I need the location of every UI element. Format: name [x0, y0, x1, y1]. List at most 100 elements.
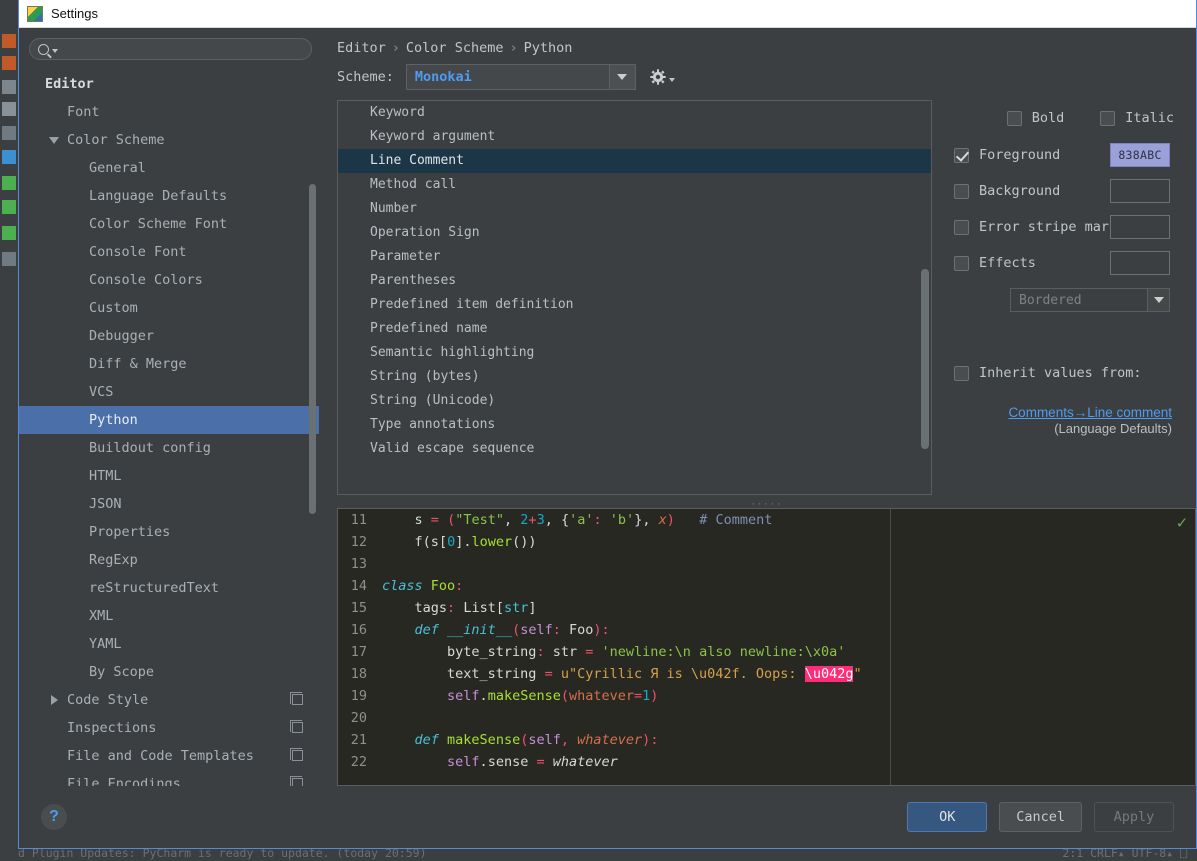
breadcrumb-item[interactable]: Color Scheme	[406, 40, 504, 56]
inherit-row[interactable]: Inherit values from:	[954, 358, 1196, 388]
sidebar-item-json[interactable]: JSON	[19, 490, 319, 518]
search-box[interactable]	[29, 38, 312, 60]
sidebar-item-xml[interactable]: XML	[19, 602, 319, 630]
foreground-checkbox[interactable]	[954, 147, 969, 163]
sidebar-item-inspections[interactable]: Inspections	[19, 714, 319, 742]
copy-settings-icon[interactable]	[290, 692, 303, 705]
sidebar-item-diff-merge[interactable]: Diff & Merge	[19, 350, 319, 378]
foreground-color-swatch[interactable]: 838ABC	[1110, 143, 1170, 167]
inherit-source-link[interactable]: Comments→Line comment	[1008, 405, 1172, 420]
inherit-checkbox[interactable]	[954, 365, 969, 381]
background-row[interactable]: Background	[954, 176, 1196, 206]
effects-checkbox[interactable]	[954, 255, 969, 271]
sidebar-item-regexp[interactable]: RegExp	[19, 546, 319, 574]
taskbar-icon-9[interactable]	[2, 226, 16, 240]
sidebar-item-by-scope[interactable]: By Scope	[19, 658, 319, 686]
sidebar-item-color-scheme-font[interactable]: Color Scheme Font	[19, 210, 319, 238]
sidebar-item-buildout-config[interactable]: Buildout config	[19, 434, 319, 462]
help-button[interactable]: ?	[41, 804, 67, 830]
copy-settings-icon[interactable]	[290, 720, 303, 733]
attribute-list-item[interactable]: Number	[338, 197, 931, 221]
sidebar-item-label: reStructuredText	[89, 580, 220, 596]
copy-settings-icon[interactable]	[290, 748, 303, 761]
sidebar-item-general[interactable]: General	[19, 154, 319, 182]
attribute-list-item[interactable]: Method call	[338, 173, 931, 197]
scheme-select[interactable]: Monokai	[405, 64, 636, 90]
sidebar-item-code-style[interactable]: Code Style	[19, 686, 319, 714]
chevron-right-icon[interactable]	[47, 695, 61, 705]
sidebar-item-color-scheme[interactable]: Color Scheme	[19, 126, 319, 154]
bold-checkbox-row[interactable]: Bold	[1006, 110, 1064, 126]
attribute-list-item[interactable]: Type annotations	[338, 413, 931, 437]
resize-grip-icon[interactable]: ·····	[337, 500, 1196, 510]
attribute-list[interactable]: Keyword Keyword argument Line Comment Metho…	[337, 100, 932, 495]
sidebar-item-vcs[interactable]: VCS	[19, 378, 319, 406]
italic-checkbox-row[interactable]: Italic	[1100, 110, 1174, 126]
gear-dropdown-icon[interactable]	[668, 78, 675, 82]
taskbar-icon-2[interactable]	[2, 56, 16, 70]
effects-row[interactable]: Effects	[954, 248, 1196, 278]
taskbar-icon-4[interactable]	[2, 102, 16, 116]
error-stripe-color-swatch[interactable]	[1110, 215, 1170, 239]
attribute-list-item[interactable]: String (bytes)	[338, 365, 931, 389]
attribute-list-item[interactable]: Parentheses	[338, 269, 931, 293]
sidebar-item-html[interactable]: HTML	[19, 462, 319, 490]
attribute-list-item[interactable]: Predefined item definition	[338, 293, 931, 317]
taskbar-icon-8[interactable]	[2, 200, 16, 214]
background-checkbox[interactable]	[954, 183, 969, 199]
sidebar-item-properties[interactable]: Properties	[19, 518, 319, 546]
sidebar-item-console-colors[interactable]: Console Colors	[19, 266, 319, 294]
error-stripe-row[interactable]: Error stripe mark	[954, 212, 1196, 242]
cancel-button[interactable]: Cancel	[999, 802, 1082, 832]
attribute-list-item[interactable]: Keyword	[338, 101, 931, 125]
effects-color-swatch[interactable]	[1110, 251, 1170, 275]
attribute-list-item[interactable]: Valid escape sequence	[338, 437, 931, 461]
foreground-row[interactable]: Foreground 838ABC	[954, 140, 1196, 170]
sidebar-item-yaml[interactable]: YAML	[19, 630, 319, 658]
chevron-down-icon[interactable]	[608, 65, 635, 89]
taskbar-icon-3[interactable]	[2, 80, 16, 94]
sidebar-item-python[interactable]: Python	[19, 406, 319, 434]
chevron-down-icon[interactable]	[47, 136, 61, 144]
sidebar-scrollbar[interactable]	[309, 184, 316, 514]
taskbar-icon-1[interactable]	[2, 34, 16, 48]
attribute-list-item[interactable]: Line Comment	[338, 149, 931, 173]
apply-button[interactable]: Apply	[1094, 802, 1174, 832]
ok-button[interactable]: OK	[907, 802, 988, 832]
italic-checkbox[interactable]	[1100, 110, 1116, 126]
attribute-list-scrollbar[interactable]	[921, 269, 929, 449]
breadcrumb-item[interactable]: Editor	[337, 40, 386, 56]
error-stripe-checkbox[interactable]	[954, 219, 969, 235]
sidebar-item-file-and-code-templates[interactable]: File and Code Templates	[19, 742, 319, 770]
sidebar-item-file-encodings[interactable]: File Encodings	[19, 770, 319, 786]
sidebar-item-editor[interactable]: Editor	[19, 70, 319, 98]
breadcrumb-item[interactable]: Python	[524, 40, 573, 56]
settings-tree[interactable]: Editor Font Color Scheme General Language De…	[19, 68, 319, 786]
sidebar-item-custom[interactable]: Custom	[19, 294, 319, 322]
attribute-list-item[interactable]: Parameter	[338, 245, 931, 269]
attribute-list-item[interactable]: Predefined name	[338, 317, 931, 341]
sidebar-item-language-defaults[interactable]: Language Defaults	[19, 182, 319, 210]
attribute-list-item[interactable]: Operation Sign	[338, 221, 931, 245]
sidebar-item-restructuredtext[interactable]: reStructuredText	[19, 574, 319, 602]
taskbar-icon-6[interactable]	[2, 150, 16, 164]
taskbar-icon-5[interactable]	[2, 126, 16, 140]
attribute-list-item[interactable]: Keyword argument	[338, 125, 931, 149]
effect-type-select[interactable]: Bordered	[1010, 288, 1170, 312]
sidebar-item-console-font[interactable]: Console Font	[19, 238, 319, 266]
bold-checkbox[interactable]	[1006, 110, 1022, 126]
copy-settings-icon[interactable]	[290, 776, 303, 786]
code-preview[interactable]: 11 12 13 14 15 16 17 18 19 20 21 22 s = ("Test", 2+…	[337, 508, 1196, 786]
sidebar-item-debugger[interactable]: Debugger	[19, 322, 319, 350]
sidebar-item-label: Code Style	[67, 692, 149, 708]
chevron-down-icon[interactable]	[1147, 289, 1169, 311]
background-color-swatch[interactable]	[1110, 179, 1170, 203]
search-input[interactable]	[58, 39, 305, 59]
sidebar-item-font[interactable]: Font	[19, 98, 319, 126]
taskbar-icon-7[interactable]	[2, 176, 16, 190]
attribute-list-item[interactable]: Semantic highlighting	[338, 341, 931, 365]
scheme-settings-button[interactable]	[650, 69, 675, 85]
attribute-list-item[interactable]: String (Unicode)	[338, 389, 931, 413]
sidebar-item-label: Language Defaults	[89, 188, 228, 204]
taskbar-icon-10[interactable]	[2, 252, 16, 266]
